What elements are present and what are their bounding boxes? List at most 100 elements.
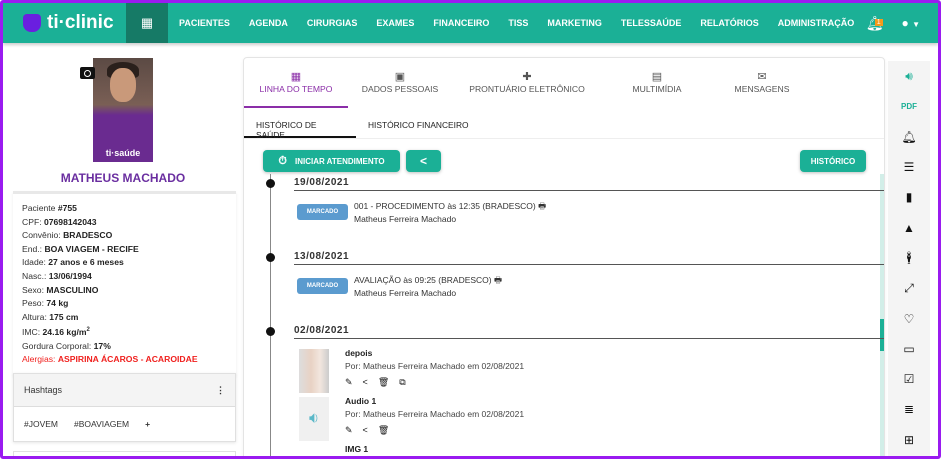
patient-field: Idade: 27 anos e 6 meses [22,257,124,268]
app-frame: ti·clinic ▦ PACIENTES AGENDA CIRURGIAS E… [0,0,941,459]
patient-name: MATHEUS MACHADO [60,171,186,185]
timeline-event[interactable]: MARCADOAVALIAÇÃO às 09:25 (BRADESCO) 🖶 Ma… [297,274,502,300]
accessibility-icon[interactable]: 🕴︎ [888,243,930,273]
scrollbar[interactable] [880,174,884,456]
tab-multimidia[interactable]: ▤ MULTIMÍDIA [602,68,712,108]
hashtag[interactable]: #JOVEM [24,419,58,429]
nav-administracao[interactable]: ADMINISTRAÇÃO [778,18,855,28]
tab-linha-do-tempo[interactable]: ▦ LINHA DO TEMPO [244,68,348,108]
chevron-down-icon: ▼ [912,20,920,29]
camera-icon[interactable] [80,67,95,79]
patient-field: Alergias: ASPIRINA ÁCAROS - ACAROIDAE [22,354,198,365]
nav-financeiro[interactable]: FINANCEIRO [433,18,489,28]
list-icon[interactable]: ☰ [888,152,930,182]
add-alert-icon[interactable]: 🔔︎ [888,122,930,152]
media-item: Audio 1 Por: Matheus Ferreira Machado em … [345,396,525,437]
print-icon[interactable]: 🖶 [494,275,502,285]
right-toolbar: 🔊︎ PDF 🔔︎ ☰ ▮ ▲ 🕴︎ ⤢ ♡ ▭ ☑ ≣ ⊞ [888,61,930,456]
view-list-icon[interactable]: ≣ [888,394,930,424]
warning-icon[interactable]: ▲ [888,212,930,242]
patient-field: Peso: 74 kg [22,298,69,309]
nav-marketing[interactable]: MARKETING [547,18,602,28]
medical-bag-icon: ✚ [522,71,532,83]
pdf-icon[interactable]: PDF [888,91,930,121]
heart-icon[interactable]: ♡ [888,303,930,333]
logo-mark-icon [23,14,41,32]
timeline-event[interactable]: MARCADO001 - PROCEDIMENTO às 12:35 (BRAD… [297,200,546,226]
delete-icon[interactable]: 🗑︎ [378,376,389,389]
logo-text: ti·clinic [47,12,114,33]
timeline-card: ▦ LINHA DO TEMPO ▣ DADOS PESSOAIS ✚ PRONTUÁ… [243,57,885,456]
timeline: 19/08/2021 MARCADO001 - PROCEDIMENTO às … [244,174,884,456]
add-box-icon[interactable]: ⊞ [888,425,930,455]
nav-pacientes[interactable]: PACIENTES [179,18,230,28]
timeline-date: 13/08/2021 [294,251,884,265]
edit-icon[interactable]: ✎ [345,424,353,437]
share-icon: < [419,154,427,168]
nav-tiss[interactable]: TISS [508,18,528,28]
nav-cirurgias[interactable]: CIRURGIAS [307,18,358,28]
patient-photo: ti·saúde [93,58,153,162]
media-item: depois Por: Matheus Ferreira Machado em 0… [345,348,525,389]
bell-icon[interactable]: 🔔︎1 [866,15,884,32]
delete-icon[interactable]: 🗑︎ [378,424,389,437]
photo-brand: ti·saúde [105,148,141,158]
timeline-date: 19/08/2021 [294,177,884,191]
credit-card-icon[interactable]: ▭ [888,334,930,364]
patient-field: Sexo: MASCULINO [22,284,99,295]
timer-icon: ⏱ [278,154,287,167]
clipboard-icon[interactable]: ▮ [888,182,930,212]
tab-mensagens[interactable]: ✉ MENSAGENS [712,68,812,108]
share-icon[interactable]: < [363,376,368,389]
start-appointment-button[interactable]: ⏱ INICIAR ATENDIMENTO [263,150,400,172]
patient-field: IMC: 24.16 kg/m2 [22,327,90,338]
playlist-check-icon[interactable]: ☑ [888,364,930,394]
audio-file-icon[interactable]: 🔉︎ [299,397,329,441]
nav-telessaude[interactable]: TELESSAÚDE [621,18,682,28]
share-icon[interactable]: < [363,424,368,437]
patient-field: Convênio: BRADESCO [22,230,113,241]
notification-badge: 1 [874,18,883,26]
volume-icon[interactable]: 🔊︎ [888,61,930,91]
print-icon[interactable]: 🖶 [538,201,546,211]
patient-field: End.: BOA VIAGEM - RECIFE [22,243,139,254]
tab-prontuario[interactable]: ✚ PRONTUÁRIO ELETRÔNICO [452,68,602,108]
history-button[interactable]: HISTÓRICO [800,150,866,172]
hashtags-card: Hashtags ⋮ #JOVEM #BOAVIAGEM + [13,373,236,442]
calendar-icon[interactable]: ▦ [126,3,168,43]
nav-relatorios[interactable]: RELATÓRIOS [700,18,758,28]
share-button[interactable]: < [406,150,441,172]
mail-icon: ✉ [757,71,767,83]
more-vert-icon[interactable]: ⋮ [216,385,225,396]
patient-field: Gordura Corporal: 17% [22,340,111,351]
patient-info: Paciente #755 CPF: 07698142043 Convênio: B… [13,191,236,375]
photo-library-icon: ▤ [651,71,663,83]
hashtags-title: Hashtags [24,385,63,395]
edit-icon[interactable]: ✎ [345,376,353,389]
image-thumbnail[interactable] [299,349,329,393]
user-icon: ● [901,16,909,30]
calendar-icon: ▦ [290,71,302,83]
user-menu[interactable]: ● ▼ [901,16,920,30]
media-item: IMG 1 [345,444,369,454]
add-hashtag-button[interactable]: + [145,419,150,429]
tab-dados-pessoais[interactable]: ▣ DADOS PESSOAIS [348,68,452,108]
badge-icon: ▣ [394,71,406,83]
timeline-date: 02/08/2021 [294,325,884,339]
subtab-historico-financeiro[interactable]: HISTÓRICO FINANCEIRO [356,110,481,138]
status-badge: MARCADO [297,278,348,294]
patient-field: Nasc.: 13/06/1994 [22,270,92,281]
hashtag[interactable]: #BOAVIAGEM [74,419,129,429]
nav-agenda[interactable]: AGENDA [249,18,288,28]
nav-exames[interactable]: EXAMES [376,18,414,28]
library-add-icon[interactable]: ⧉ [399,376,405,389]
top-navbar: ti·clinic ▦ PACIENTES AGENDA CIRURGIAS E… [3,3,938,43]
next-card [13,451,236,456]
expand-icon[interactable]: ⤢ [888,273,930,303]
patient-field: Altura: 175 cm [22,311,79,322]
status-badge: MARCADO [297,204,348,220]
patient-field: CPF: 07698142043 [22,216,97,227]
subtab-historico-saude[interactable]: HISTÓRICO DE SAÚDE [244,110,356,140]
logo[interactable]: ti·clinic [3,12,126,34]
patient-field: Paciente #755 [22,203,77,213]
